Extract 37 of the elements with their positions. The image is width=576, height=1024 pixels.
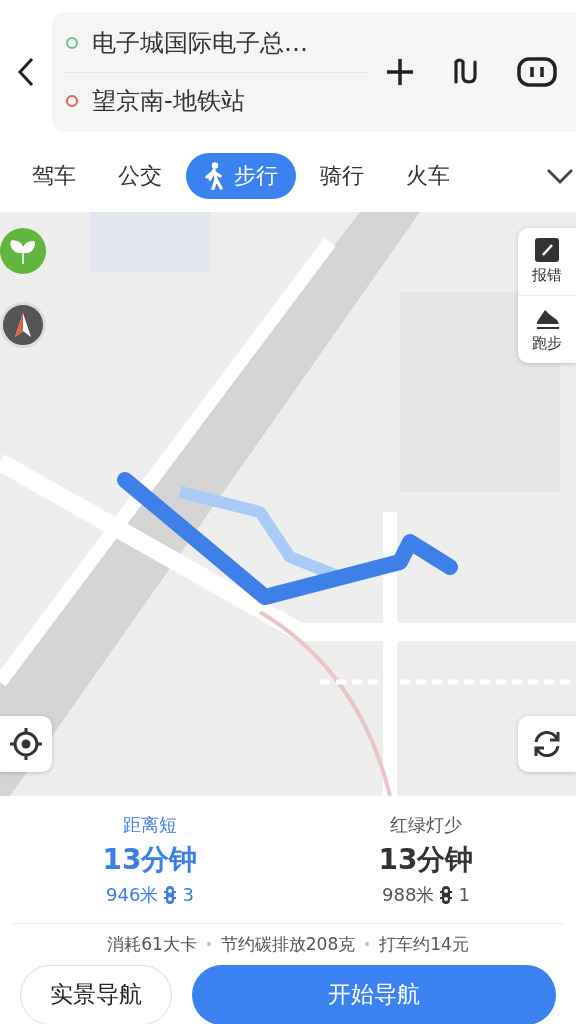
start-navigation-button[interactable]: 开始导航 (192, 964, 556, 1024)
map-tool-button[interactable]: 跑步 (518, 295, 576, 363)
trip-stat: 消耗61大卡 (107, 932, 197, 956)
traffic-light-count: 1 (458, 884, 470, 905)
origin-field[interactable]: 电子城国际电子总… (92, 27, 308, 59)
traffic-light-count: 3 (182, 884, 194, 905)
route-tag: 红绿灯少 (390, 812, 462, 837)
mode-tab[interactable]: 步行 (186, 153, 296, 199)
route-time: 13分钟 (378, 841, 474, 878)
mode-tab[interactable]: 骑行 (302, 153, 382, 199)
traffic-light-icon (164, 884, 177, 905)
destination-field[interactable]: 望京南-地铁站 (92, 85, 245, 117)
more-icon[interactable] (517, 57, 558, 87)
walking-person-icon (204, 162, 224, 190)
pencil-icon (535, 238, 559, 262)
locate-icon (9, 727, 43, 761)
traffic-light-icon (440, 884, 453, 905)
route-distance: 988米 (382, 882, 435, 907)
origin-icon (66, 37, 78, 49)
chevron-down-icon[interactable] (546, 168, 574, 184)
refresh-button[interactable] (518, 716, 576, 772)
add-icon[interactable] (384, 57, 415, 87)
back-icon (16, 56, 36, 88)
destination-icon (66, 95, 78, 107)
map-tool-button[interactable]: 报错 (518, 228, 576, 295)
trip-stat: 节约碳排放208克 (220, 932, 356, 956)
trip-stat: 打车约14元 (379, 932, 469, 956)
route-option[interactable]: 距离短 13分钟 946米 3 (12, 796, 288, 923)
route-time: 13分钟 (102, 841, 198, 878)
route-distance: 946米 (106, 882, 159, 907)
live-view-navigation-button[interactable]: 实景导航 (20, 964, 172, 1024)
mode-tab[interactable]: 驾车 (14, 153, 94, 199)
mode-tab[interactable]: 公交 (100, 153, 180, 199)
route-option[interactable]: 红绿灯少 13分钟 988米 1 (288, 796, 564, 923)
mode-tab[interactable]: 火车 (388, 153, 468, 199)
route-tag: 距离短 (123, 812, 177, 837)
locate-button[interactable] (0, 716, 52, 772)
